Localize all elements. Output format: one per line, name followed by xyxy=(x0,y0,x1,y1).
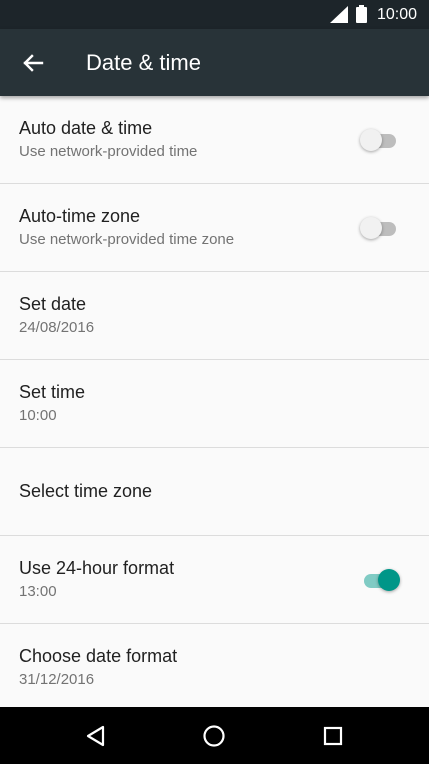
switch-thumb xyxy=(360,217,382,239)
setting-set-date[interactable]: Set date 24/08/2016 xyxy=(0,272,429,360)
setting-label: Auto-time zone xyxy=(19,206,141,226)
setting-set-time[interactable]: Set time 10:00 xyxy=(0,360,429,448)
setting-24-hour-format[interactable]: Use 24-hour format 13:00 xyxy=(0,536,429,624)
android-screen: 10:00 Date & time Auto date & time Use n… xyxy=(0,0,429,764)
24-hour-format-toggle[interactable] xyxy=(360,569,400,593)
setting-label: Use 24-hour format xyxy=(19,558,175,578)
auto-time-zone-toggle[interactable] xyxy=(360,217,400,241)
setting-auto-time-zone[interactable]: Auto-time zone Use network-provided time… xyxy=(0,184,429,272)
setting-auto-date-time[interactable]: Auto date & time Use network-provided ti… xyxy=(0,96,429,184)
signal-icon xyxy=(330,6,348,23)
battery-icon xyxy=(356,5,367,23)
navigation-bar xyxy=(0,707,429,764)
app-toolbar: Date & time xyxy=(0,29,429,96)
setting-summary: 24/08/2016 xyxy=(19,319,95,336)
switch-thumb xyxy=(360,129,382,151)
auto-date-time-toggle[interactable] xyxy=(360,129,400,153)
switch-thumb xyxy=(378,569,400,591)
setting-summary: 31/12/2016 xyxy=(19,671,95,688)
back-triangle-icon[interactable] xyxy=(81,721,111,751)
setting-label: Set time xyxy=(19,382,86,402)
status-bar: 10:00 xyxy=(0,0,429,29)
setting-label: Auto date & time xyxy=(19,118,153,138)
arrow-left-icon[interactable] xyxy=(18,48,48,78)
status-clock: 10:00 xyxy=(377,6,418,23)
settings-list: Auto date & time Use network-provided ti… xyxy=(0,96,429,707)
setting-select-time-zone[interactable]: Select time zone xyxy=(0,448,429,536)
setting-choose-date-format[interactable]: Choose date format 31/12/2016 xyxy=(0,624,429,707)
page-title: Date & time xyxy=(86,50,201,75)
setting-summary: 10:00 xyxy=(19,407,57,424)
setting-summary: Use network-provided time zone xyxy=(19,231,235,248)
recents-square-icon[interactable] xyxy=(318,721,348,751)
home-circle-icon[interactable] xyxy=(199,721,229,751)
setting-label: Set date xyxy=(19,294,87,314)
setting-summary: 13:00 xyxy=(19,583,57,600)
setting-label: Choose date format xyxy=(19,646,178,666)
setting-summary: Use network-provided time xyxy=(19,143,198,160)
setting-label: Select time zone xyxy=(19,481,153,501)
